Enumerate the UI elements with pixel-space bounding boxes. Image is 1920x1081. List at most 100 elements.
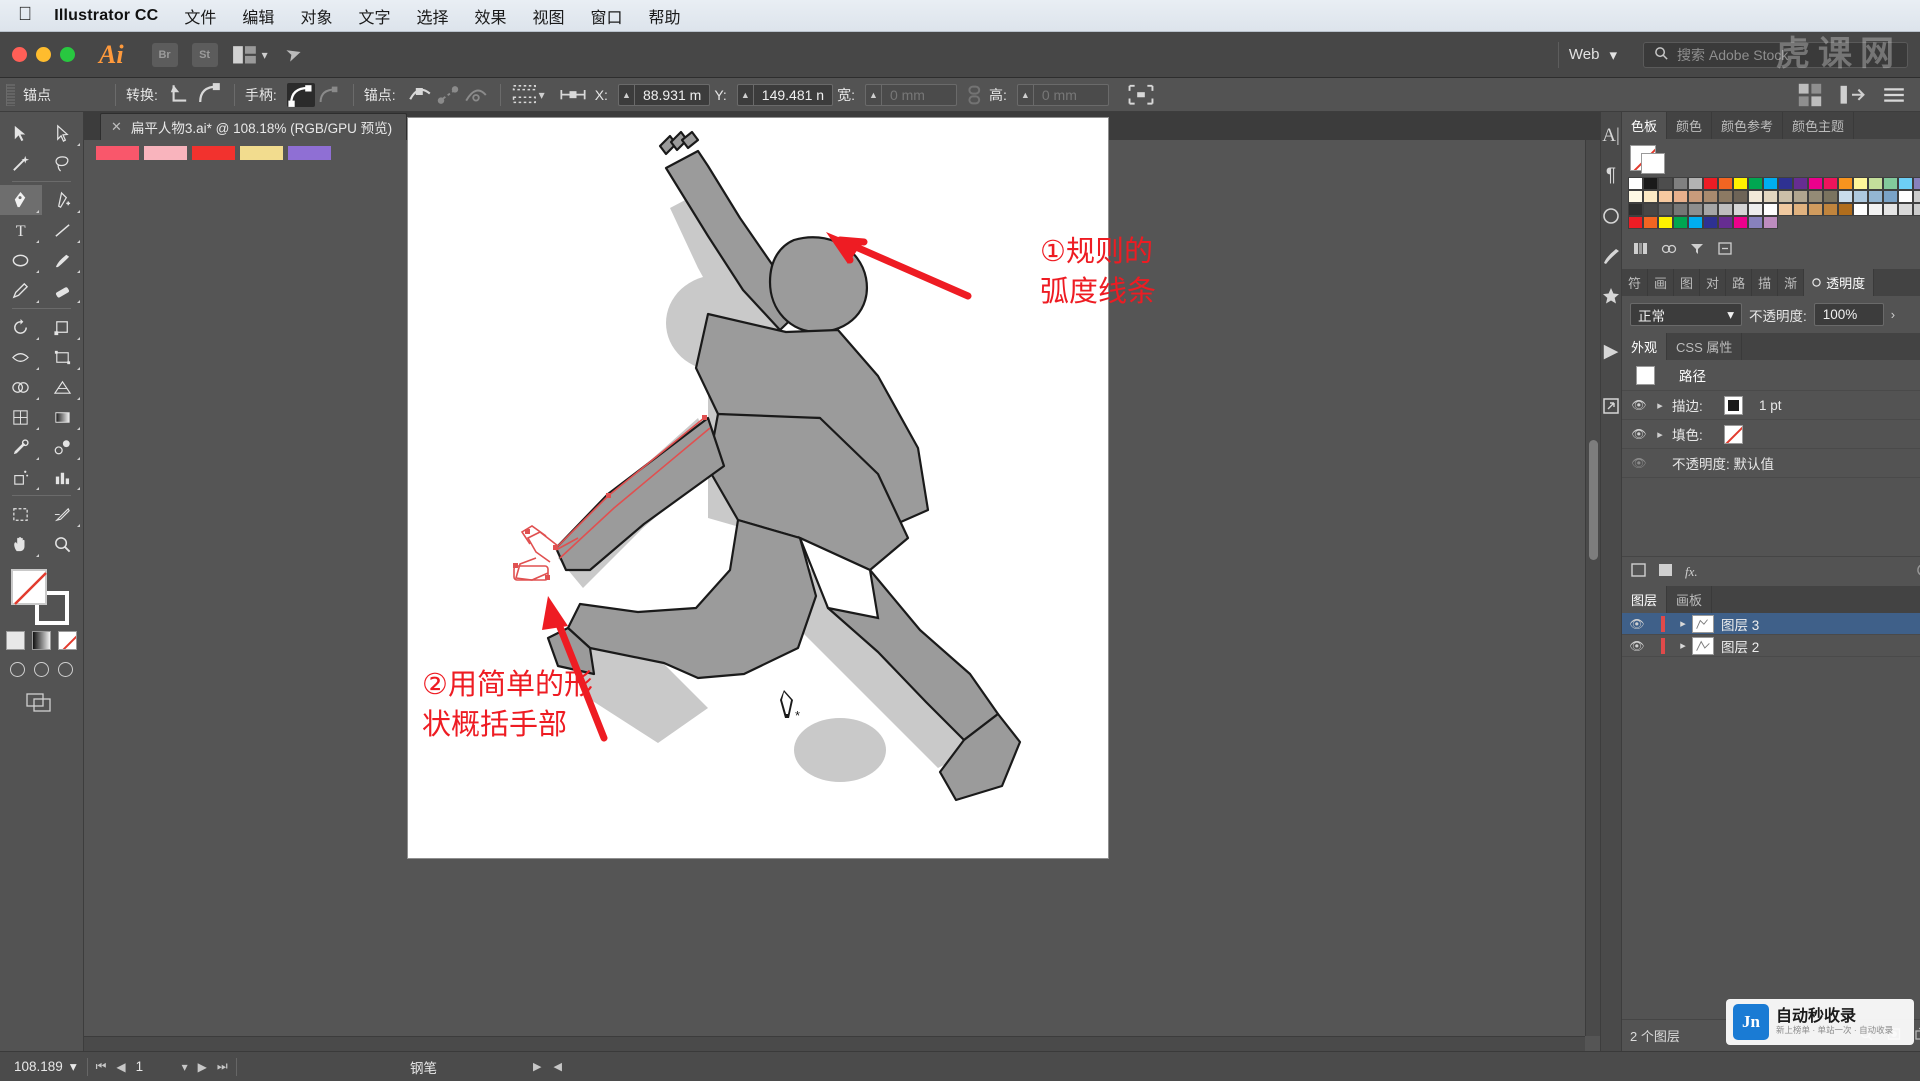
fill-color-chip[interactable] xyxy=(1724,424,1743,444)
search-input[interactable]: 搜索 Adobe Stock xyxy=(1643,41,1908,68)
swatch-3-8[interactable] xyxy=(1748,216,1763,229)
blend-tool[interactable] xyxy=(42,432,84,462)
clear-appearance-icon[interactable] xyxy=(1916,563,1920,580)
link-proportions-icon[interactable] xyxy=(961,83,989,107)
swatch-libraries-icon[interactable] xyxy=(1628,237,1654,259)
swatch-options-icon[interactable] xyxy=(1712,237,1738,259)
blend-mode-select[interactable]: 正常 ▾ xyxy=(1630,303,1742,326)
tab-artboards[interactable]: 画板 xyxy=(1667,586,1713,613)
fill-swatch[interactable] xyxy=(10,569,47,605)
none-swatch-button[interactable] xyxy=(58,631,77,650)
canvas-horizontal-scrollbar[interactable] xyxy=(84,1036,1585,1051)
swatch-2-15[interactable] xyxy=(1853,203,1868,216)
swatch-1-18[interactable] xyxy=(1898,190,1913,203)
canvas-swatch-4[interactable] xyxy=(288,146,331,160)
next-artboard-icon[interactable]: ▶ xyxy=(198,1060,207,1074)
play-icon[interactable]: ▶ xyxy=(533,1060,541,1073)
swatch-2-6[interactable] xyxy=(1718,203,1733,216)
add-anchor-point-tool[interactable] xyxy=(42,185,84,215)
eraser-tool[interactable] xyxy=(42,275,84,305)
brushes-panel-icon[interactable] xyxy=(1601,236,1621,276)
tab-symbols[interactable]: 符 xyxy=(1622,269,1649,296)
stroke-weight-value[interactable]: 1 pt xyxy=(1759,398,1782,413)
draw-normal-icon[interactable] xyxy=(10,662,25,677)
swatch-0-8[interactable] xyxy=(1748,177,1763,190)
swatch-2-18[interactable] xyxy=(1898,203,1913,216)
swatch-1-10[interactable] xyxy=(1778,190,1793,203)
layer-row-3[interactable]: 👁 ▸ 图层 3 xyxy=(1622,613,1920,635)
swatch-1-8[interactable] xyxy=(1748,190,1763,203)
eye-icon[interactable]: 👁 xyxy=(1622,639,1652,653)
add-effect-icon[interactable]: fx. xyxy=(1685,564,1698,580)
menu-item-view[interactable]: 视图 xyxy=(533,4,565,28)
cut-path-icon[interactable] xyxy=(462,83,490,107)
swatch-1-6[interactable] xyxy=(1718,190,1733,203)
last-artboard-icon[interactable]: ⏭ xyxy=(217,1059,228,1074)
stroke-color-chip[interactable] xyxy=(1724,395,1743,415)
layer-name[interactable]: 图层 3 xyxy=(1721,614,1759,634)
arrange-documents-icon[interactable] xyxy=(232,44,258,66)
tab-stroke[interactable]: 描 xyxy=(1752,269,1779,296)
tab-swatches[interactable]: 色板 xyxy=(1622,112,1668,139)
swatch-1-14[interactable] xyxy=(1838,190,1853,203)
tab-appearance[interactable]: 外观 xyxy=(1622,333,1668,360)
create-new-sublayer-icon[interactable] xyxy=(1915,1027,1920,1044)
opacity-field[interactable]: 100% xyxy=(1813,303,1884,326)
swatch-1-17[interactable] xyxy=(1883,190,1898,203)
stepper-icon[interactable]: ▲ xyxy=(619,84,635,105)
zoom-level-control[interactable]: 108.189 ▾ xyxy=(0,1059,87,1075)
lock-column[interactable] xyxy=(1652,615,1674,632)
swatch-0-2[interactable] xyxy=(1658,177,1673,190)
active-swatch-stack[interactable] xyxy=(1630,145,1665,174)
swatch-1-11[interactable] xyxy=(1793,190,1808,203)
previous-artboard-icon[interactable]: ◀ xyxy=(116,1060,125,1074)
swatch-0-7[interactable] xyxy=(1733,177,1748,190)
arrange-icon[interactable] xyxy=(1838,83,1866,107)
scrollbar-thumb[interactable] xyxy=(1589,440,1598,560)
draw-inside-icon[interactable] xyxy=(58,662,73,677)
swatch-1-7[interactable] xyxy=(1733,190,1748,203)
swatch-0-17[interactable] xyxy=(1883,177,1898,190)
swatch-3-4[interactable] xyxy=(1688,216,1703,229)
maximize-window-button[interactable] xyxy=(60,47,75,62)
chevron-right-icon[interactable]: ▸ xyxy=(1674,639,1692,652)
column-graph-tool[interactable] xyxy=(42,462,84,492)
tab-color[interactable]: 颜色 xyxy=(1667,112,1713,139)
swatch-0-15[interactable] xyxy=(1853,177,1868,190)
remove-anchor-icon[interactable] xyxy=(406,83,434,107)
tab-graphic-styles[interactable]: 图 xyxy=(1674,269,1701,296)
stock-button[interactable]: St xyxy=(191,42,218,67)
fill-row[interactable]: 👁 ▸ 填色: xyxy=(1622,420,1920,449)
chevron-right-icon[interactable]: ▸ xyxy=(1654,428,1666,441)
paragraph-panel-icon[interactable]: ¶ xyxy=(1601,156,1621,196)
current-tool-label[interactable]: 钢笔 xyxy=(410,1057,437,1077)
document-tab[interactable]: ✕ 扁平人物3.ai* @ 108.18% (RGB/GPU 预览) xyxy=(100,113,408,140)
chevron-right-icon[interactable]: › xyxy=(1891,307,1895,322)
pencil-tool[interactable] xyxy=(0,275,42,305)
menu-item-select[interactable]: 选择 xyxy=(416,4,448,28)
swatch-0-3[interactable] xyxy=(1673,177,1688,190)
swatch-0-0[interactable] xyxy=(1628,177,1643,190)
layer-name[interactable]: 图层 2 xyxy=(1721,636,1759,656)
x-position-field[interactable]: ▲ 88.931 m xyxy=(617,83,711,106)
add-new-fill-icon[interactable] xyxy=(1658,563,1673,580)
pen-tool[interactable] xyxy=(0,185,42,215)
menu-item-help[interactable]: 帮助 xyxy=(649,4,681,28)
magic-wand-tool[interactable] xyxy=(0,148,42,178)
tab-gradient[interactable]: 渐 xyxy=(1778,269,1805,296)
canvas-area[interactable]: * ①规则的 弧度线条 ②用简单的形 状概括手部 xyxy=(84,118,1600,1051)
swatch-2-5[interactable] xyxy=(1703,203,1718,216)
transform-reference-icon[interactable] xyxy=(559,83,587,107)
close-icon[interactable]: ✕ xyxy=(111,119,122,135)
tab-css-properties[interactable]: CSS 属性 xyxy=(1667,333,1743,360)
swatch-3-0[interactable] xyxy=(1628,216,1643,229)
menu-item-type[interactable]: 文字 xyxy=(358,4,390,28)
show-swatch-kinds-icon[interactable] xyxy=(1684,237,1710,259)
links-panel-icon[interactable] xyxy=(1601,386,1621,426)
height-field[interactable]: ▲ 0 mm xyxy=(1016,83,1109,106)
swatch-1-3[interactable] xyxy=(1673,190,1688,203)
chevron-down-icon[interactable]: ▾ xyxy=(262,48,268,62)
eye-icon[interactable]: 👁 xyxy=(1630,427,1648,441)
panel-menu-icon[interactable] xyxy=(1880,83,1908,107)
swatch-2-1[interactable] xyxy=(1643,203,1658,216)
